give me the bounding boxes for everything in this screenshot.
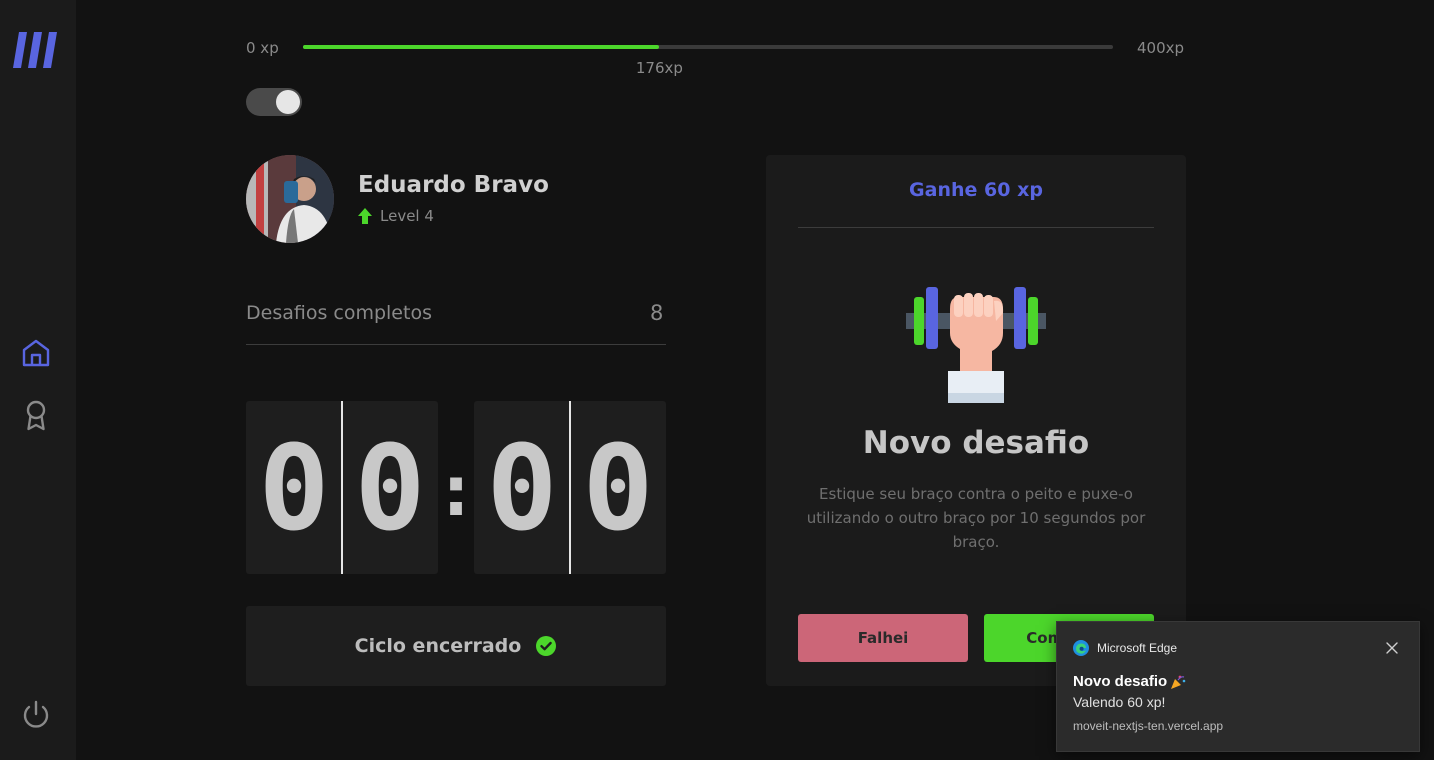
second-digit-right: 0 [582, 418, 654, 557]
xp-progress-bar [303, 45, 1113, 49]
level-up-arrow-icon [358, 208, 372, 224]
challenge-card: Ganhe 60 xp Novo desafio Estique seu bra… [766, 155, 1186, 686]
edge-icon [1073, 640, 1089, 656]
level-label: Level 4 [380, 207, 434, 225]
challenge-description: Estique seu braço contra o peito e puxe-… [806, 485, 1146, 551]
home-icon[interactable] [20, 337, 52, 369]
countdown-colon: : [434, 448, 478, 532]
notification-app-name: Microsoft Edge [1097, 641, 1178, 655]
second-digit-left: 0 [486, 418, 558, 557]
theme-toggle[interactable] [246, 88, 302, 116]
notification-source: moveit-nextjs-ten.vercel.app [1073, 719, 1224, 733]
digit-divider [341, 401, 343, 574]
xp-current-label: 176xp [635, 59, 683, 77]
countdown-minutes: 0 0 [246, 401, 438, 574]
notification-toast[interactable]: Microsoft Edge Novo desafio Valendo 60 x… [1056, 621, 1420, 752]
divider [246, 344, 666, 345]
cycle-ended-button[interactable]: Ciclo encerrado [246, 606, 666, 686]
cycle-ended-label: Ciclo encerrado [354, 635, 522, 657]
profile-name: Eduardo Bravo [358, 172, 549, 198]
award-icon[interactable] [20, 399, 52, 431]
avatar [246, 155, 334, 243]
close-icon[interactable] [1383, 639, 1401, 657]
notification-title: Novo desafio [1073, 673, 1168, 690]
digit-divider [569, 401, 571, 574]
minute-digit-left: 0 [258, 418, 330, 557]
notification-body: Valendo 60 xp! [1073, 694, 1166, 710]
sidebar [0, 0, 76, 760]
challenge-title: Novo desafio [862, 425, 1090, 461]
dumbbell-icon [906, 287, 1046, 403]
party-popper-icon [1171, 675, 1186, 689]
completed-challenges-label: Desafios completos [246, 302, 432, 324]
toggle-knob [276, 90, 300, 114]
xp-min-label: 0 xp [246, 39, 279, 57]
minute-digit-right: 0 [354, 418, 426, 557]
completed-challenges-count: 8 [650, 301, 664, 325]
fail-button[interactable]: Falhei [798, 614, 968, 662]
xp-max-label: 400xp [1137, 39, 1185, 57]
profile-level: Level 4 [358, 207, 434, 225]
power-icon[interactable] [20, 699, 52, 731]
xp-progress-fill [303, 45, 660, 49]
check-circle-icon [536, 636, 557, 656]
divider [798, 227, 1154, 228]
moveit-logo-icon [13, 32, 57, 68]
challenge-reward: Ganhe 60 xp [909, 179, 1043, 201]
countdown-seconds: 0 0 [474, 401, 666, 574]
